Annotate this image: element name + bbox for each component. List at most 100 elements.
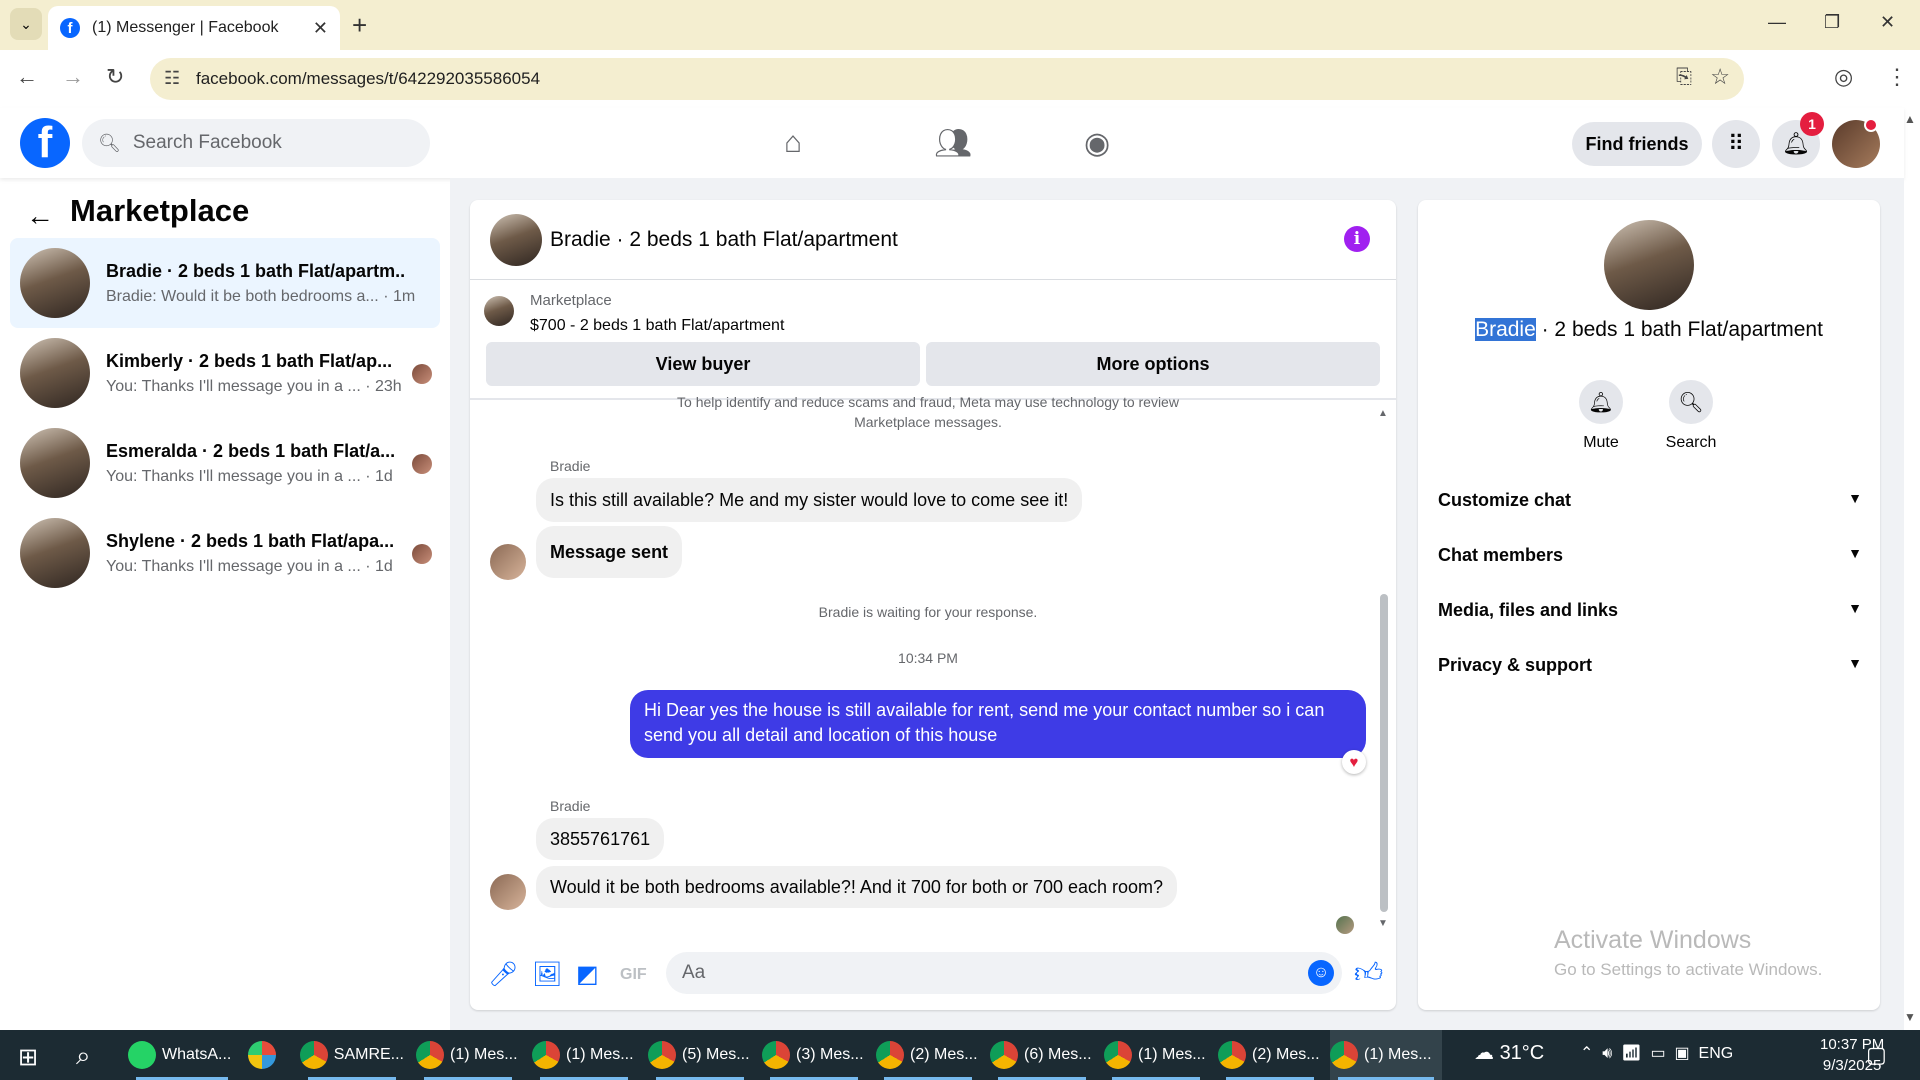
profile-icon[interactable]: ◎ xyxy=(1834,64,1853,90)
conversation-preview: You: Thanks I'll message you in a ... · … xyxy=(106,557,393,575)
row-label: Chat members xyxy=(1438,545,1564,565)
message-bubble[interactable]: Message sent xyxy=(536,526,683,578)
customize-chat-row[interactable]: Customize chat ▼ xyxy=(1438,490,1862,511)
chat-avatar[interactable] xyxy=(490,214,542,266)
battery-icon[interactable]: ▭ xyxy=(1650,1045,1665,1062)
heart-reaction-icon[interactable]: ♥ xyxy=(1342,750,1366,774)
thumbs-up-icon[interactable]: 👍︎ xyxy=(1354,956,1383,990)
whatsapp-icon xyxy=(128,1041,156,1069)
taskbar-label: (1) Mes... xyxy=(1364,1046,1432,1063)
conversation-info-panel: Bradie · 2 beds 1 bath Flat/apartment 🔔︎… xyxy=(1418,200,1880,1010)
find-friends-button[interactable]: Find friends xyxy=(1572,122,1702,166)
listing-thumbnail xyxy=(20,248,90,318)
star-icon[interactable]: ☆ xyxy=(1710,64,1730,90)
message-bubble[interactable]: 3855761761 xyxy=(536,818,665,860)
search-in-chat-button[interactable]: 🔍︎ Search xyxy=(1646,380,1736,452)
account-alert-dot xyxy=(1864,118,1878,132)
taskbar-item[interactable]: WhatsA... xyxy=(128,1030,236,1080)
message-input[interactable]: Aa xyxy=(666,952,1342,994)
speaker-icon[interactable]: 🔊︎ xyxy=(1602,1045,1612,1062)
taskbar-item[interactable]: (6) Mes... xyxy=(990,1030,1094,1080)
display-icon[interactable]: ▣ xyxy=(1675,1045,1690,1062)
back-icon[interactable]: ← xyxy=(16,64,38,90)
conversation-item[interactable]: Bradie · 2 beds 1 bath Flat/apartm... Br… xyxy=(10,238,440,328)
more-options-button[interactable]: More options xyxy=(926,342,1380,386)
scroll-down-icon[interactable]: ▼ xyxy=(1378,918,1388,929)
media-files-row[interactable]: Media, files and links ▼ xyxy=(1438,600,1862,621)
chrome-icon xyxy=(1218,1041,1246,1069)
view-buyer-button[interactable]: View buyer xyxy=(486,342,920,386)
taskbar-item-active[interactable]: (1) Mes... xyxy=(1330,1030,1442,1080)
forward-icon[interactable]: → xyxy=(62,64,84,90)
mute-button[interactable]: 🔔︎ Mute xyxy=(1556,380,1646,452)
taskbar-item[interactable]: (5) Mes... xyxy=(648,1030,752,1080)
photo-icon[interactable]: 🖼︎ xyxy=(532,960,562,989)
chat-scrollbar[interactable] xyxy=(1380,594,1388,912)
emoji-icon[interactable]: ☺ xyxy=(1308,960,1334,986)
taskbar-search-icon[interactable]: ⌕ xyxy=(76,1040,91,1072)
new-tab-button[interactable]: + xyxy=(352,10,367,41)
menu-grid-icon[interactable]: ⠿ xyxy=(1712,120,1760,168)
notification-center-icon[interactable]: ▢ xyxy=(1866,1042,1887,1068)
reload-icon[interactable]: ↻ xyxy=(106,64,124,90)
back-arrow-icon[interactable]: ← xyxy=(26,200,54,232)
taskbar-item[interactable]: (2) Mes... xyxy=(1218,1030,1322,1080)
close-tab-icon[interactable]: ✕ xyxy=(313,18,328,39)
taskbar-item[interactable]: (2) Mes... xyxy=(876,1030,980,1080)
chevron-up-icon[interactable]: ⌃ xyxy=(1580,1045,1593,1062)
browser-tab[interactable]: f (1) Messenger | Facebook ✕ xyxy=(48,6,340,50)
conversation-name-rest: · 2 beds 1 bath Flat/apartment xyxy=(1535,318,1823,341)
search-input[interactable]: 🔍︎ Search Facebook xyxy=(82,119,430,167)
taskbar-item[interactable]: (3) Mes... xyxy=(762,1030,866,1080)
url-bar[interactable]: ☷ facebook.com/messages/t/64229203558605… xyxy=(150,58,1744,100)
conversation-item[interactable]: Shylene · 2 beds 1 bath Flat/apa... You:… xyxy=(10,508,440,598)
chat-members-row[interactable]: Chat members ▼ xyxy=(1438,545,1862,566)
chat-title[interactable]: Bradie · 2 beds 1 bath Flat/apartment xyxy=(550,228,898,252)
row-label: Customize chat xyxy=(1438,490,1572,510)
gif-icon[interactable]: GIF xyxy=(620,966,647,984)
listing-source: Marketplace xyxy=(530,292,612,309)
taskbar-item[interactable]: (1) Mes... xyxy=(1104,1030,1208,1080)
listing-thumbnail xyxy=(20,518,90,588)
taskbar-label: (2) Mes... xyxy=(1252,1046,1320,1063)
weather-widget[interactable]: ☁ 31°C xyxy=(1474,1040,1544,1065)
info-icon[interactable]: i xyxy=(1344,226,1370,252)
taskbar-item[interactable]: (1) Mes... xyxy=(532,1030,636,1080)
facebook-header: f 🔍︎ Search Facebook ⌂ 👥︎ ◉ Find friends… xyxy=(0,108,1904,178)
taskbar-label: (1) Mes... xyxy=(450,1046,518,1063)
listing-detail: $700 - 2 beds 1 bath Flat/apartment xyxy=(530,317,785,334)
restore-icon[interactable]: ❐ xyxy=(1824,12,1840,33)
message-bubble[interactable]: Is this still available? Me and my siste… xyxy=(536,478,1083,522)
site-info-icon[interactable]: ☷ xyxy=(164,68,180,89)
taskbar-item[interactable]: SAMRE... xyxy=(300,1030,404,1080)
microphone-icon[interactable]: 🎤︎ xyxy=(488,960,518,989)
home-icon[interactable]: ⌂ xyxy=(784,126,802,160)
minimize-icon[interactable]: — xyxy=(1768,12,1786,33)
my-message-bubble[interactable]: Hi Dear yes the house is still available… xyxy=(630,690,1366,758)
friends-icon[interactable]: 👥︎ xyxy=(934,126,972,161)
taskbar-item[interactable] xyxy=(248,1030,288,1080)
url-text: facebook.com/messages/t/642292035586054 xyxy=(196,69,541,88)
wifi-icon[interactable]: 📶︎ xyxy=(1621,1045,1641,1062)
page-scroll-up-icon[interactable]: ▲ xyxy=(1904,112,1916,126)
conversation-item[interactable]: Kimberly · 2 beds 1 bath Flat/ap... You:… xyxy=(10,328,440,418)
language-indicator[interactable]: ENG xyxy=(1699,1045,1734,1062)
conversation-item[interactable]: Esmeralda · 2 beds 1 bath Flat/a... You:… xyxy=(10,418,440,508)
menu-icon[interactable]: ⋮ xyxy=(1886,64,1908,90)
conversation-title: Kimberly · 2 beds 1 bath Flat/ap... xyxy=(106,350,393,371)
facebook-logo-icon[interactable]: f xyxy=(20,118,70,168)
scroll-up-icon[interactable]: ▲ xyxy=(1378,408,1388,419)
message-bubble[interactable]: Would it be both bedrooms available?! An… xyxy=(536,866,1178,908)
close-window-icon[interactable]: ✕ xyxy=(1880,12,1895,33)
install-icon[interactable]: ⎘ xyxy=(1676,66,1692,89)
system-tray[interactable]: ⌃ 🔊︎ 📶︎ ▭ ▣ ENG xyxy=(1580,1043,1733,1063)
windows-start-icon[interactable]: ⊞ xyxy=(18,1043,38,1072)
taskbar-item[interactable]: (1) Mes... xyxy=(416,1030,520,1080)
search-placeholder: Search Facebook xyxy=(132,132,282,153)
sticker-icon[interactable]: ◩ xyxy=(576,960,599,989)
page-scroll-down-icon[interactable]: ▼ xyxy=(1904,1010,1916,1024)
groups-icon[interactable]: ◉ xyxy=(1084,126,1110,161)
tab-search-button[interactable]: ⌄ xyxy=(10,8,42,40)
sender-name: Bradie xyxy=(550,458,591,474)
privacy-support-row[interactable]: Privacy & support ▼ xyxy=(1438,655,1862,676)
